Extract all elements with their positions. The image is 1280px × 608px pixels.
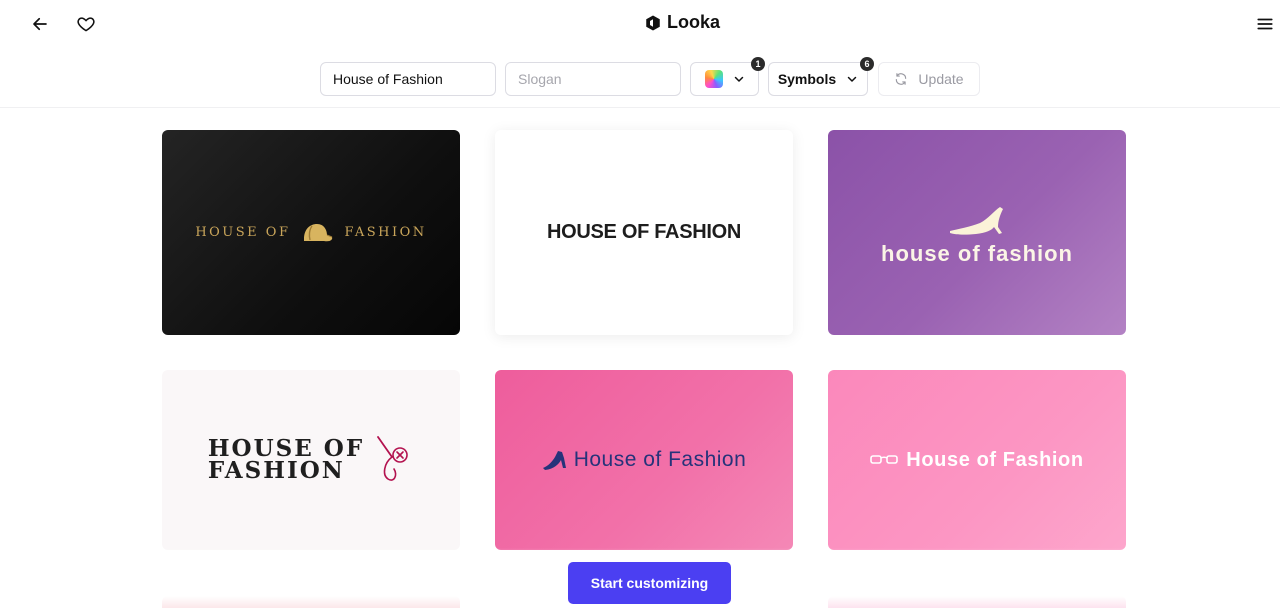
stiletto-icon: [542, 451, 566, 470]
start-customizing-button[interactable]: Start customizing: [568, 562, 731, 604]
top-bar: Looka: [0, 0, 1280, 48]
refresh-icon: [896, 73, 907, 85]
symbols-dropdown[interactable]: Symbols 6: [768, 57, 874, 96]
favorite-button[interactable]: [70, 8, 102, 40]
logo-card-3[interactable]: house of fashion: [828, 130, 1126, 335]
logo-card-2[interactable]: HOUSE OF FASHION: [495, 130, 793, 335]
looka-logo[interactable]: Looka: [644, 12, 720, 33]
looka-mark-icon: [646, 15, 660, 30]
heart-icon: [77, 17, 95, 32]
logo-text: House of Fashion: [573, 448, 747, 471]
cap-icon: [304, 223, 333, 241]
needle-thread-icon: [377, 436, 408, 481]
toolbar-divider: [0, 107, 1280, 108]
logo-text: HOUSE OF FASHION: [546, 221, 742, 243]
menu-icon: [1257, 18, 1273, 30]
logo-card-1[interactable]: HOUSE OF FASHION: [162, 130, 460, 335]
app-name: Looka: [667, 12, 721, 32]
logo-text-line2: FASHION: [207, 457, 345, 484]
symbols-label: Symbols: [777, 71, 837, 87]
chevron-down-icon: [734, 76, 743, 82]
back-button[interactable]: [24, 8, 56, 40]
logo-text: House of Fashion: [906, 448, 1084, 471]
start-customizing-label: Start customizing: [590, 575, 709, 591]
symbols-count-badge: 6: [860, 57, 874, 71]
next-row-card-1-peek: [162, 596, 460, 608]
chevron-down-icon: [847, 76, 857, 82]
next-row-card-3-peek: [828, 596, 1126, 608]
logo-card-5[interactable]: House of Fashion: [495, 370, 793, 550]
slogan-field[interactable]: [505, 62, 681, 96]
update-label: Update: [918, 71, 964, 87]
logo-options-toolbar: 1 Symbols 6 Update: [0, 57, 1280, 100]
back-arrow-icon: [33, 17, 47, 31]
company-name-input[interactable]: [321, 63, 495, 95]
logo-text: house of fashion: [881, 240, 1073, 266]
menu-button[interactable]: [1249, 8, 1280, 40]
company-name-field[interactable]: [320, 62, 496, 96]
update-button[interactable]: Update: [878, 62, 980, 96]
logo-card-6[interactable]: House of Fashion: [828, 370, 1126, 550]
glasses-icon: [870, 455, 899, 464]
logo-text-right: FASHION: [344, 225, 427, 240]
logo-card-4[interactable]: HOUSE OF FASHION: [162, 370, 460, 550]
color-swatch-icon: [704, 70, 723, 88]
colors-dropdown[interactable]: 1: [690, 57, 765, 96]
slogan-input[interactable]: [506, 63, 680, 95]
high-heel-icon: [950, 206, 1003, 235]
colors-count-badge: 1: [751, 57, 765, 71]
logo-text-left: HOUSE OF: [195, 225, 291, 240]
